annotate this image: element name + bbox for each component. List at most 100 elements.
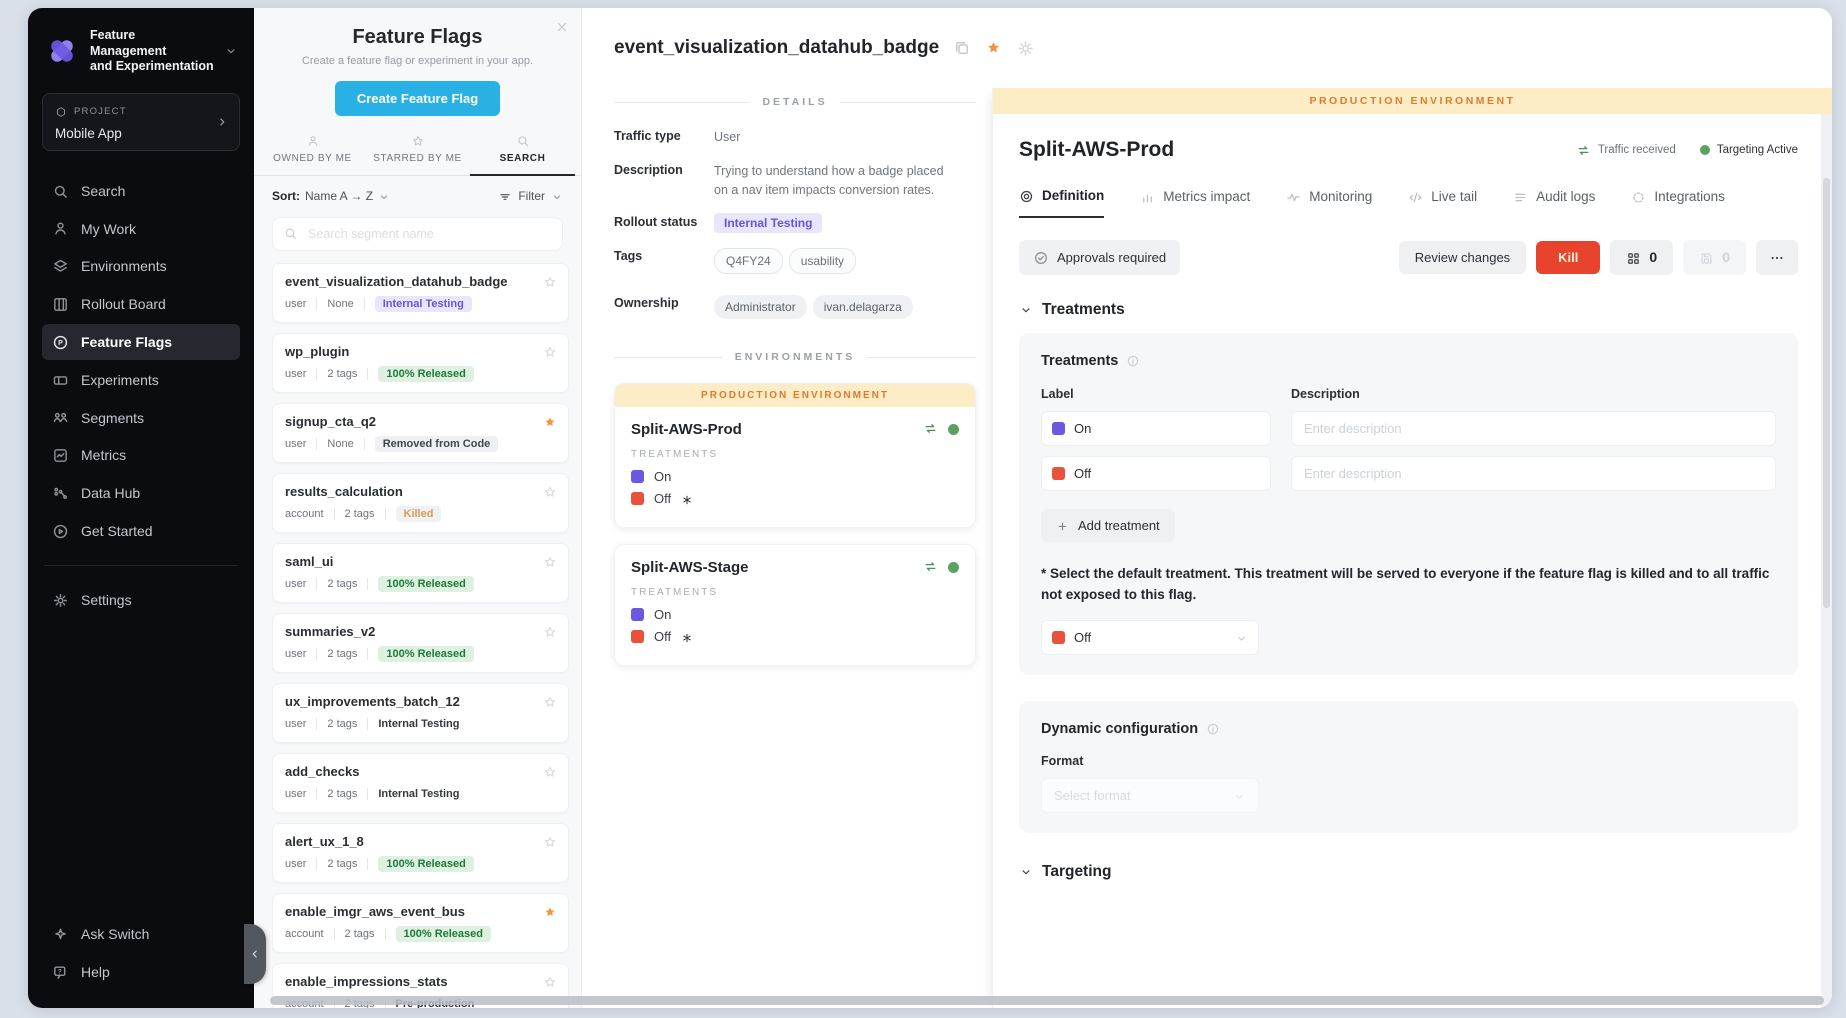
save-count-button: 0 xyxy=(1683,240,1746,275)
sidebar-item-label: Search xyxy=(81,183,125,199)
filter-button[interactable]: Filter xyxy=(498,189,563,204)
kill-button[interactable]: Kill xyxy=(1536,241,1600,274)
star-icon[interactable] xyxy=(543,903,557,921)
horizontal-scrollbar[interactable] xyxy=(270,996,1824,1005)
targeting-section-toggle[interactable]: Targeting xyxy=(1019,863,1798,881)
create-feature-flag-button[interactable]: Create Feature Flag xyxy=(335,81,500,116)
flag-list-item[interactable]: wp_pluginuser2 tags100% Released xyxy=(272,333,569,393)
flag-detail-region: event_visualization_datahub_badge DETAIL… xyxy=(582,8,1832,1008)
sidebar-item-ask-switch[interactable]: Ask Switch xyxy=(42,916,240,952)
treatment-label: Off xyxy=(654,491,671,506)
sidebar-item-segments[interactable]: Segments xyxy=(42,400,240,436)
sidebar-item-feature-flags[interactable]: PFeature Flags xyxy=(42,324,240,360)
sidebar-item-label: Help xyxy=(81,964,110,980)
flag-traffic-type: account xyxy=(285,928,324,940)
sidebar-item-my-work[interactable]: My Work xyxy=(42,211,240,247)
tab-metrics-impact[interactable]: Metrics impact xyxy=(1140,188,1250,218)
star-icon[interactable] xyxy=(543,833,557,851)
star-icon[interactable] xyxy=(543,273,557,291)
sidebar-item-label: My Work xyxy=(81,221,136,237)
tab-audit-logs[interactable]: Audit logs xyxy=(1513,188,1595,218)
more-options-button[interactable] xyxy=(1756,240,1798,275)
flag-list-item[interactable]: results_calculationaccount2 tagsKilled xyxy=(272,473,569,533)
target-icon xyxy=(1019,188,1034,204)
star-icon[interactable] xyxy=(543,973,557,991)
flag-list-item[interactable]: add_checksuser2 tagsInternal Testing xyxy=(272,753,569,813)
scrollbar-thumb[interactable] xyxy=(1823,178,1830,608)
star-icon[interactable] xyxy=(543,763,557,781)
star-icon[interactable] xyxy=(543,343,557,361)
detail-value: User xyxy=(714,128,740,147)
flag-list-item[interactable]: signup_cta_q2userNoneRemoved from Code xyxy=(272,403,569,463)
flag-list-item[interactable]: saml_uiuser2 tags100% Released xyxy=(272,543,569,603)
treatment-label-input[interactable]: Off xyxy=(1041,456,1271,491)
star-icon[interactable] xyxy=(543,693,557,711)
flags-search-box[interactable] xyxy=(272,217,563,251)
gear-icon[interactable] xyxy=(1016,39,1035,58)
app-logo-row[interactable]: Feature Managementand Experimentation xyxy=(42,28,240,75)
detail-field-tags: TagsQ4FY24usability xyxy=(614,248,976,280)
sidebar-item-get-started[interactable]: Get Started xyxy=(42,513,240,549)
environment-card-name: Split-AWS-Stage xyxy=(631,559,923,576)
flag-list-item[interactable]: alert_ux_1_8user2 tags100% Released xyxy=(272,823,569,883)
add-treatment-button[interactable]: Add treatment xyxy=(1041,509,1175,542)
project-label: PROJECT xyxy=(74,106,127,117)
treatment-row: On xyxy=(631,607,959,622)
sidebar-item-environments[interactable]: Environments xyxy=(42,248,240,284)
sidebar-item-rollout-board[interactable]: Rollout Board xyxy=(42,286,240,322)
project-selector[interactable]: PROJECT Mobile App xyxy=(42,93,240,151)
flags-tab-starred-by-me[interactable]: STARRED BY ME xyxy=(365,134,470,176)
environment-card-split-aws-prod[interactable]: PRODUCTION ENVIRONMENTSplit-AWS-ProdTREA… xyxy=(614,383,976,528)
sidebar-item-experiments[interactable]: Experiments xyxy=(42,362,240,398)
environment-card-split-aws-stage[interactable]: Split-AWS-StageTREATMENTSOnOff xyxy=(614,544,976,666)
flag-name: alert_ux_1_8 xyxy=(285,834,556,849)
flag-list-item[interactable]: enable_imgr_aws_event_busaccount2 tags10… xyxy=(272,893,569,953)
treatment-color-swatch xyxy=(1052,631,1065,644)
treatment-label-input[interactable]: On xyxy=(1041,411,1271,446)
flag-list-item[interactable]: event_visualization_datahub_badgeuserNon… xyxy=(272,263,569,323)
treatment-description-input[interactable]: Enter description xyxy=(1291,411,1776,446)
flags-tab-owned-by-me[interactable]: OWNED BY ME xyxy=(260,134,365,176)
format-select[interactable]: Select format xyxy=(1041,778,1259,813)
description-column-header: Description xyxy=(1291,387,1776,401)
sidebar-item-settings[interactable]: Settings xyxy=(42,582,240,618)
rules-count-button[interactable]: 0 xyxy=(1610,240,1673,275)
tab-live-tail[interactable]: Live tail xyxy=(1408,188,1477,218)
sidebar-collapse-handle[interactable] xyxy=(244,924,266,984)
tab-monitoring[interactable]: Monitoring xyxy=(1286,188,1372,218)
star-icon[interactable] xyxy=(543,413,557,431)
star-icon[interactable] xyxy=(985,39,1002,57)
flag-name: summaries_v2 xyxy=(285,624,556,639)
sidebar-item-label: Experiments xyxy=(81,372,159,388)
default-treatment-select[interactable]: Off xyxy=(1041,620,1259,655)
close-icon[interactable] xyxy=(555,18,569,36)
tab-integrations[interactable]: Integrations xyxy=(1631,188,1725,218)
treatments-section-toggle[interactable]: Treatments xyxy=(1019,301,1798,319)
search-input[interactable] xyxy=(306,226,552,242)
flag-traffic-type: user xyxy=(285,368,306,380)
flag-tags-count: None xyxy=(327,438,353,450)
bars-icon xyxy=(1140,189,1155,205)
vertical-scrollbar[interactable] xyxy=(1821,114,1832,1008)
sidebar-item-data-hub[interactable]: Data Hub xyxy=(42,475,240,511)
sort-control[interactable]: Sort: Name A → Z xyxy=(272,189,390,203)
flag-list-item[interactable]: ux_improvements_batch_12user2 tagsIntern… xyxy=(272,683,569,743)
flag-traffic-type: user xyxy=(285,788,306,800)
flag-meta: account2 tags100% Released xyxy=(285,926,556,942)
sidebar-item-search[interactable]: Search xyxy=(42,173,240,209)
sparkle-icon xyxy=(52,925,69,943)
flags-tab-search[interactable]: SEARCH xyxy=(470,134,575,176)
traffic-received-status: Traffic received xyxy=(1576,143,1676,158)
flag-list-item[interactable]: summaries_v2user2 tags100% Released xyxy=(272,613,569,673)
sidebar-item-label: Environments xyxy=(81,258,167,274)
review-changes-button[interactable]: Review changes xyxy=(1399,241,1526,274)
tab-definition[interactable]: Definition xyxy=(1019,188,1104,218)
sidebar-item-metrics[interactable]: Metrics xyxy=(42,437,240,473)
treatment-description-input[interactable]: Enter description xyxy=(1291,456,1776,491)
star-icon[interactable] xyxy=(543,553,557,571)
star-icon[interactable] xyxy=(543,483,557,501)
star-icon[interactable] xyxy=(543,623,557,641)
copy-icon[interactable] xyxy=(953,39,971,57)
treatment-color-swatch xyxy=(631,630,644,643)
sidebar-item-help[interactable]: ?Help xyxy=(42,954,240,990)
